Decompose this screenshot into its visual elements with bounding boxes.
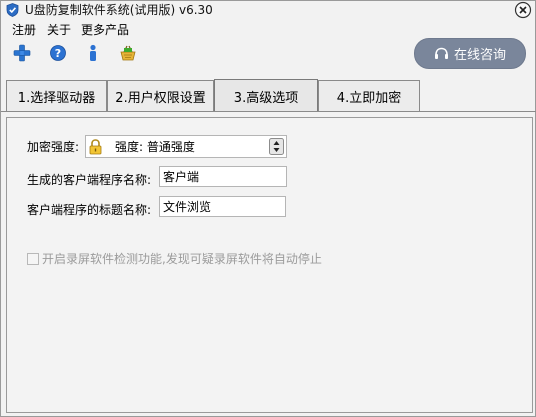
client-name-input[interactable] <box>159 166 287 187</box>
screen-record-checkbox[interactable] <box>27 253 39 265</box>
window-title: U盘防复制软件系统(试用版) v6.30 <box>25 3 213 17</box>
tab-encrypt-now[interactable]: 4.立即加密 <box>318 80 420 112</box>
menu-register[interactable]: 注册 <box>11 22 37 38</box>
add-icon[interactable] <box>13 44 31 62</box>
tab-divider <box>1 111 536 112</box>
menu-bar: 注册 关于 更多产品 <box>1 20 535 40</box>
online-consult-button[interactable]: 在线咨询 <box>414 38 526 69</box>
app-window: U盘防复制软件系统(试用版) v6.30 注册 关于 更多产品 ? 在线咨询 1… <box>0 0 536 417</box>
client-title-input[interactable] <box>159 196 286 217</box>
client-title-label: 客户端程序的标题名称: <box>27 203 152 217</box>
tab-advanced-options[interactable]: 3.高级选项 <box>214 79 318 112</box>
lock-icon <box>89 139 102 155</box>
menu-about[interactable]: 关于 <box>46 22 72 38</box>
tab-user-permissions[interactable]: 2.用户权限设置 <box>107 80 214 112</box>
info-icon[interactable] <box>84 44 102 62</box>
strength-value: 强度: 普通强度 <box>115 140 195 154</box>
spinner-arrows-icon[interactable] <box>269 138 284 155</box>
headset-icon <box>434 47 448 59</box>
screen-record-label: 开启录屏软件检测功能,发现可疑录屏软件将自动停止 <box>42 252 322 266</box>
close-icon[interactable] <box>514 1 532 19</box>
client-name-label: 生成的客户端程序名称: <box>27 173 152 187</box>
tab-label: 4.立即加密 <box>336 91 402 106</box>
basket-icon[interactable] <box>119 44 137 62</box>
svg-text:?: ? <box>55 47 61 60</box>
tab-label: 2.用户权限设置 <box>115 91 206 106</box>
tab-label: 3.高级选项 <box>233 90 299 106</box>
menu-more-products[interactable]: 更多产品 <box>80 22 130 38</box>
help-icon[interactable]: ? <box>49 44 67 62</box>
title-bar: U盘防复制软件系统(试用版) v6.30 <box>1 1 535 19</box>
shield-icon <box>6 3 19 17</box>
tab-bar: 1.选择驱动器 2.用户权限设置 3.高级选项 4.立即加密 <box>6 79 536 112</box>
strength-select[interactable]: 强度: 普通强度 <box>85 135 287 158</box>
online-consult-label: 在线咨询 <box>453 48 506 63</box>
strength-label: 加密强度: <box>27 140 80 154</box>
tab-select-drive[interactable]: 1.选择驱动器 <box>6 80 107 112</box>
tab-label: 1.选择驱动器 <box>17 91 96 106</box>
